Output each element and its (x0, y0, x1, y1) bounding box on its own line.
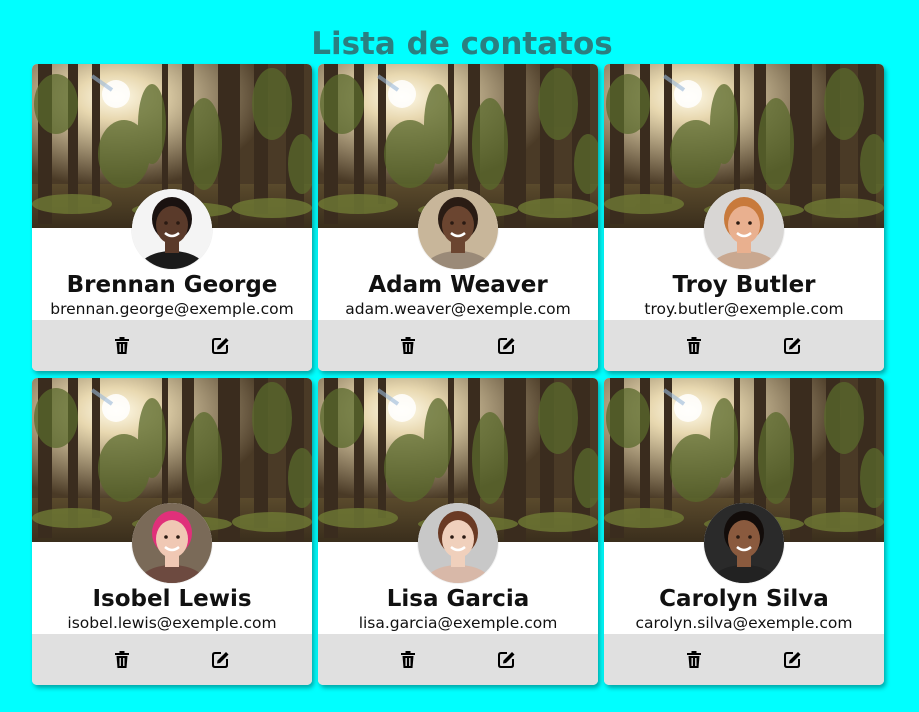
contact-name: Carolyn Silva (659, 586, 829, 612)
card-actions-bar (32, 320, 312, 371)
contact-email: lisa.garcia@exemple.com (358, 614, 558, 632)
edit-icon (783, 337, 800, 354)
contact-avatar (132, 503, 212, 583)
card-actions-bar (604, 320, 884, 371)
page-title: Lista de contatos (311, 26, 613, 62)
contact-avatar (704, 189, 784, 269)
contact-avatar (704, 503, 784, 583)
edit-contact-button[interactable] (494, 647, 518, 671)
contact-avatar (418, 503, 498, 583)
contact-grid: Brennan George brennan.george@exemple.co… (32, 64, 884, 685)
trash-icon (401, 336, 415, 354)
contact-avatar (418, 189, 498, 269)
contact-name: Troy Butler (672, 272, 816, 298)
edit-icon (211, 337, 228, 354)
trash-icon (401, 650, 415, 668)
delete-contact-button[interactable] (110, 333, 134, 357)
edit-contact-button[interactable] (780, 333, 804, 357)
trash-icon (687, 336, 701, 354)
contact-card: Brennan George brennan.george@exemple.co… (32, 64, 312, 371)
card-actions-bar (604, 634, 884, 685)
contact-card: Troy Butler troy.butler@exemple.com (604, 64, 884, 371)
contact-email: isobel.lewis@exemple.com (67, 614, 277, 632)
edit-contact-button[interactable] (780, 647, 804, 671)
card-actions-bar (318, 634, 598, 685)
card-actions-bar (318, 320, 598, 371)
edit-contact-button[interactable] (494, 333, 518, 357)
contact-avatar (132, 189, 212, 269)
delete-contact-button[interactable] (682, 647, 706, 671)
edit-icon (497, 337, 514, 354)
edit-icon (497, 651, 514, 668)
trash-icon (115, 336, 129, 354)
delete-contact-button[interactable] (396, 333, 420, 357)
contact-name: Isobel Lewis (92, 586, 252, 612)
delete-contact-button[interactable] (396, 647, 420, 671)
contact-email: carolyn.silva@exemple.com (635, 614, 853, 632)
edit-icon (783, 651, 800, 668)
edit-contact-button[interactable] (208, 333, 232, 357)
card-actions-bar (32, 634, 312, 685)
contact-card: Adam Weaver adam.weaver@exemple.com (318, 64, 598, 371)
contact-email: brennan.george@exemple.com (50, 300, 294, 318)
edit-icon (211, 651, 228, 668)
contact-name: Brennan George (66, 272, 278, 298)
trash-icon (115, 650, 129, 668)
edit-contact-button[interactable] (208, 647, 232, 671)
contact-card: Lisa Garcia lisa.garcia@exemple.com (318, 378, 598, 685)
contact-name: Adam Weaver (368, 272, 548, 298)
delete-contact-button[interactable] (110, 647, 134, 671)
contact-email: troy.butler@exemple.com (644, 300, 844, 318)
contact-email: adam.weaver@exemple.com (345, 300, 571, 318)
delete-contact-button[interactable] (682, 333, 706, 357)
contact-card: Isobel Lewis isobel.lewis@exemple.com (32, 378, 312, 685)
trash-icon (687, 650, 701, 668)
contact-card: Carolyn Silva carolyn.silva@exemple.com (604, 378, 884, 685)
contact-name: Lisa Garcia (386, 586, 530, 612)
